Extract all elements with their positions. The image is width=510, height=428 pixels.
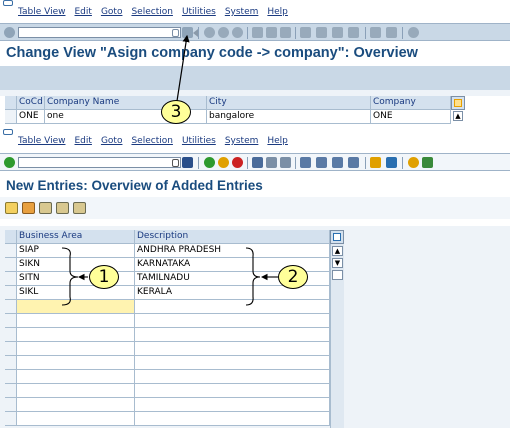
bracket-right <box>245 247 261 306</box>
callout-3-arrow <box>176 34 190 102</box>
callout-2: 2 <box>278 265 308 289</box>
bracket-left <box>61 247 79 306</box>
callout-1: 1 <box>89 265 119 289</box>
callout-arrows <box>61 34 278 306</box>
callout-3: 3 <box>161 100 191 124</box>
